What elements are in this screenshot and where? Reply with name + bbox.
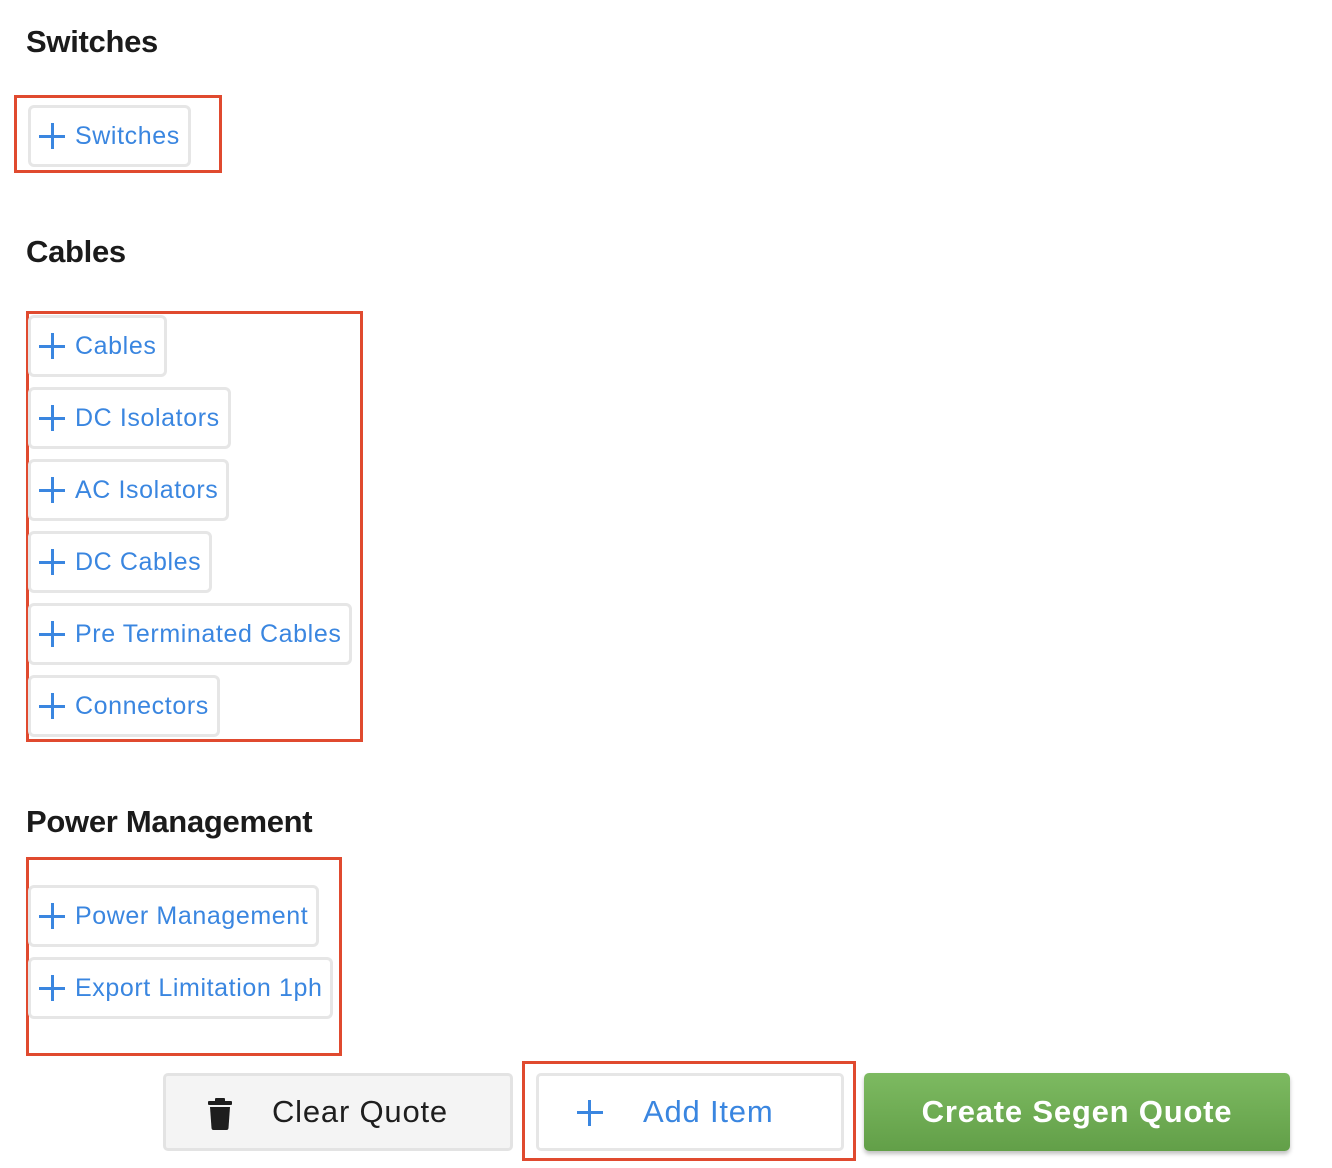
plus-icon <box>39 549 65 575</box>
item-label: Connectors <box>75 691 209 720</box>
item-label: AC Isolators <box>75 475 219 504</box>
plus-icon <box>39 903 65 929</box>
add-pre-terminated-cables-button[interactable]: Pre Terminated Cables <box>28 603 353 665</box>
item-label: Power Management <box>75 901 309 930</box>
section-title-cables: Cables <box>26 234 126 269</box>
quote-builder-page: Switches Switches Cables Cables DC Isola… <box>0 0 1332 1168</box>
plus-icon <box>39 123 65 149</box>
section-title-switches: Switches <box>26 24 158 59</box>
clear-quote-label: Clear Quote <box>272 1094 448 1129</box>
plus-icon <box>39 975 65 1001</box>
item-label: DC Cables <box>75 547 202 576</box>
add-item-button[interactable]: Add Item <box>536 1073 844 1151</box>
add-dc-cables-button[interactable]: DC Cables <box>28 531 213 593</box>
add-cables-button[interactable]: Cables <box>28 315 168 377</box>
add-dc-isolators-button[interactable]: DC Isolators <box>28 387 231 449</box>
add-export-limitation-1ph-button[interactable]: Export Limitation 1ph <box>28 957 334 1019</box>
plus-icon <box>39 333 65 359</box>
plus-icon <box>577 1100 603 1126</box>
plus-icon <box>39 693 65 719</box>
plus-icon <box>39 621 65 647</box>
plus-icon <box>39 477 65 503</box>
item-label: Export Limitation 1ph <box>75 973 323 1002</box>
plus-icon <box>39 405 65 431</box>
create-segen-quote-label: Create Segen Quote <box>921 1094 1233 1129</box>
item-label: DC Isolators <box>75 403 220 432</box>
create-segen-quote-button[interactable]: Create Segen Quote <box>864 1073 1290 1151</box>
clear-quote-button[interactable]: Clear Quote <box>163 1073 513 1151</box>
section-title-power-management: Power Management <box>26 804 313 839</box>
add-switches-button[interactable]: Switches <box>28 105 191 167</box>
add-ac-isolators-button[interactable]: AC Isolators <box>28 459 230 521</box>
add-connectors-button[interactable]: Connectors <box>28 675 220 737</box>
trash-icon <box>208 1098 232 1130</box>
add-power-management-button[interactable]: Power Management <box>28 885 320 947</box>
item-label: Pre Terminated Cables <box>75 619 342 648</box>
item-label: Cables <box>75 331 157 360</box>
add-item-label: Add Item <box>643 1094 774 1129</box>
item-label: Switches <box>75 121 180 150</box>
